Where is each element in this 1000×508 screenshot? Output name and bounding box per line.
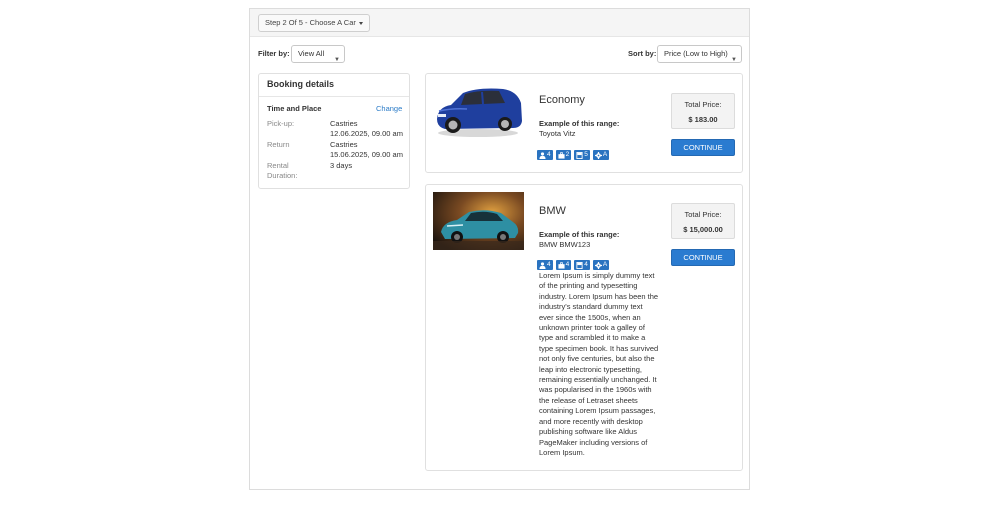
price-value: $ 15,000.00 xyxy=(683,225,723,234)
price-box: Total Price: $ 183.00 xyxy=(671,93,735,129)
pickup-place: Castries xyxy=(330,119,358,128)
example-value: BMW BMW123 xyxy=(539,240,591,249)
caret-down-icon xyxy=(358,21,363,25)
description-line: ever since the 1500s, when an xyxy=(539,312,641,322)
badge-value: A xyxy=(602,151,608,158)
example-label: Example of this range: xyxy=(539,119,620,128)
car-image-economy xyxy=(433,81,524,139)
description-line: leap into electronic typesetting, xyxy=(539,364,642,374)
description-line: unknown printer took a galley of xyxy=(539,323,645,333)
description-line: of the printing and typesetting xyxy=(539,281,638,291)
badge-value: 4 xyxy=(547,261,551,268)
description-line: the release of Letraset sheets xyxy=(539,395,638,405)
step-dropdown-label: Step 2 Of 5 - Choose A Car xyxy=(265,18,356,27)
filter-select-value: View All xyxy=(298,49,325,58)
luggage-badge: 2 xyxy=(555,150,572,160)
rental-duration-value: 3 days xyxy=(330,161,353,170)
description-line: not only five centuries, but also the xyxy=(539,354,655,364)
door-icon xyxy=(576,261,583,269)
change-link[interactable]: Change xyxy=(376,104,402,113)
description-line: Lorem Ipsum is simply dummy text xyxy=(539,271,655,280)
car-card-economy: Economy Example of this range: Toyota Vi… xyxy=(425,73,743,173)
description-line: industry. Lorem Ipsum has been the xyxy=(539,291,659,301)
description-line: and more recently with desktop xyxy=(539,416,643,426)
rental-label: Rental xyxy=(267,161,289,170)
passengers-badge: 4 xyxy=(537,260,553,270)
time-place-heading: Time and Place xyxy=(267,104,322,113)
badge-value: 5 xyxy=(584,151,588,158)
return-label: Return xyxy=(267,140,290,149)
transmission-badge: A xyxy=(592,150,610,160)
doors-badge: 5 xyxy=(574,150,590,160)
sort-label: Sort by: xyxy=(628,49,657,58)
booking-details-panel: Booking details Time and Place Change Pi… xyxy=(258,73,410,189)
badge-value: A xyxy=(602,261,608,268)
continue-button[interactable]: CONTINUE xyxy=(671,139,735,156)
pickup-label: Pick-up: xyxy=(267,119,295,128)
description-line: containing Lorem Ipsum passages, xyxy=(539,406,656,416)
badge-value: 4 xyxy=(547,151,551,158)
sort-select-value: Price (Low to High) xyxy=(664,49,728,58)
suitcase-icon xyxy=(558,261,565,269)
doors-badge: 4 xyxy=(574,260,590,270)
booking-title: Booking details xyxy=(267,79,335,89)
description-line: industry's standard dummy text xyxy=(539,302,643,312)
gear-icon xyxy=(594,261,602,269)
person-icon xyxy=(539,261,546,269)
example-label: Example of this range: xyxy=(539,230,620,239)
car-image-bmw xyxy=(433,192,524,250)
duration-label: Duration: xyxy=(267,171,298,180)
step-toolbar: Step 2 Of 5 - Choose A Car xyxy=(250,9,749,37)
luggage-badge: 4 xyxy=(555,260,572,270)
booking-frame: Step 2 Of 5 - Choose A Car Filter by: Vi… xyxy=(249,8,750,490)
car-card-bmw: BMW Example of this range: BMW BMW123 4 … xyxy=(425,184,743,471)
description-line: type specimen book. It has survived xyxy=(539,343,659,353)
suitcase-icon xyxy=(558,151,565,159)
feature-badges: 4 4 4 A xyxy=(537,260,610,270)
price-label: Total Price: xyxy=(684,100,722,109)
sort-select[interactable]: Price (Low to High) ▼ xyxy=(657,45,742,63)
return-place: Castries xyxy=(330,140,358,149)
description-line: type and scrambled it to make a xyxy=(539,333,646,343)
car-name: BMW xyxy=(539,205,566,217)
description-line: publishing software like Aldus xyxy=(539,427,637,437)
step-dropdown-button[interactable]: Step 2 Of 5 - Choose A Car xyxy=(258,14,370,32)
description-line: was popularised in the 1960s with xyxy=(539,385,652,395)
price-label: Total Price: xyxy=(684,210,722,219)
car-name: Economy xyxy=(539,94,585,106)
description-line: Lorem Ipsum. xyxy=(539,447,585,457)
continue-button[interactable]: CONTINUE xyxy=(671,249,735,266)
gear-icon xyxy=(594,151,602,159)
badge-value: 2 xyxy=(565,151,570,158)
feature-badges: 4 2 5 A xyxy=(537,150,610,160)
door-icon xyxy=(576,151,583,159)
return-date: 15.06.2025, 09.00 am xyxy=(330,150,403,159)
example-value: Toyota Vitz xyxy=(539,129,576,138)
person-icon xyxy=(539,151,546,159)
description-line: PageMaker including versions of xyxy=(539,437,648,447)
filter-label: Filter by: xyxy=(258,49,290,58)
transmission-badge: A xyxy=(592,260,610,270)
passengers-badge: 4 xyxy=(537,150,553,160)
badge-value: 4 xyxy=(584,261,588,268)
pickup-date: 12.06.2025, 09.00 am xyxy=(330,129,403,138)
price-box: Total Price: $ 15,000.00 xyxy=(671,203,735,239)
chevron-down-icon: ▼ xyxy=(731,57,737,63)
car-description: Lorem Ipsum is simply dummy text of the … xyxy=(539,271,659,458)
divider xyxy=(259,96,409,97)
filter-select[interactable]: View All ▼ xyxy=(291,45,345,63)
badge-value: 4 xyxy=(565,261,570,268)
description-line: remaining essentially unchanged. It xyxy=(539,375,657,385)
chevron-down-icon: ▼ xyxy=(334,57,340,63)
price-value: $ 183.00 xyxy=(688,115,718,124)
